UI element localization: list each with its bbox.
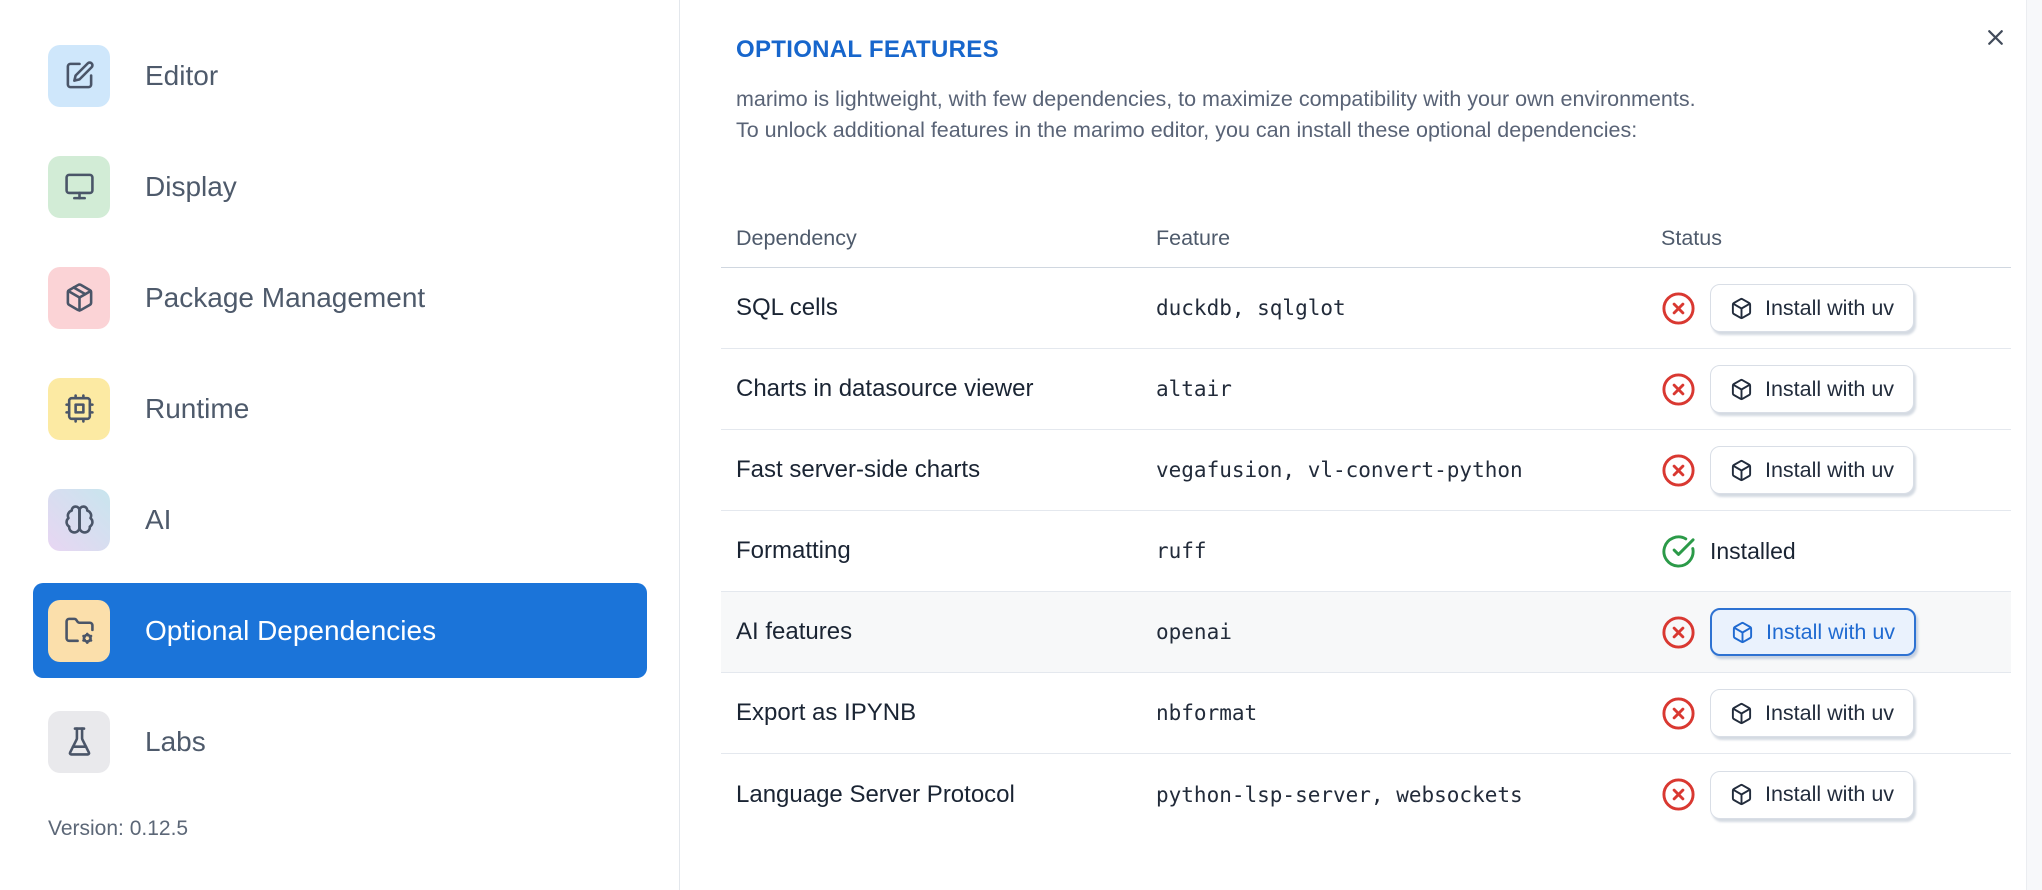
close-button[interactable]	[1978, 22, 2012, 56]
sidebar-item-label: Runtime	[145, 392, 250, 424]
table-row: SQL cells duckdb, sqlglot Install with u…	[721, 268, 2011, 349]
install-button-label: Install with uv	[1765, 700, 1895, 725]
sidebar-item-label: Editor	[145, 59, 219, 91]
table-row: Fast server-side charts vegafusion, vl-c…	[721, 430, 2011, 511]
sidebar-item-package-management[interactable]: Package Management	[33, 250, 647, 345]
close-x-icon	[1983, 25, 2008, 53]
feature-cell: altair	[1156, 377, 1232, 401]
install-button-label: Install with uv	[1765, 457, 1895, 482]
dependency-cell: Fast server-side charts	[736, 456, 981, 483]
not-installed-x-icon	[1661, 291, 1696, 326]
status-cell: Install with uv	[1661, 689, 2011, 737]
install-with-uv-button[interactable]: Install with uv	[1710, 689, 1915, 737]
table-header: Dependency Feature Status	[721, 210, 2011, 268]
installed-check-icon	[1661, 534, 1696, 569]
not-installed-x-icon	[1661, 777, 1696, 812]
table-row: Charts in datasource viewer altair Insta…	[721, 349, 2011, 430]
dependency-cell: SQL cells	[736, 294, 838, 321]
not-installed-x-icon	[1661, 453, 1696, 488]
installed-label: Installed	[1710, 537, 1796, 564]
status-cell: Installed	[1661, 534, 2011, 569]
flask-icon	[48, 710, 110, 773]
package-box-icon	[1730, 297, 1753, 320]
not-installed-x-icon	[1661, 696, 1696, 731]
install-button-label: Install with uv	[1765, 782, 1895, 806]
sidebar-item-ai[interactable]: AI	[33, 472, 647, 567]
scrollbar-gutter[interactable]	[2026, 0, 2042, 890]
sidebar-item-label: AI	[145, 503, 172, 535]
dependency-cell: Export as IPYNB	[736, 699, 917, 726]
table-row: AI features openai Install with uv	[721, 592, 2011, 673]
install-with-uv-button[interactable]: Install with uv	[1710, 608, 1917, 656]
optional-features-panel: OPTIONAL FEATURES marimo is lightweight,…	[681, 0, 2026, 890]
package-box-icon	[1731, 621, 1754, 644]
sidebar-item-labs[interactable]: Labs	[33, 694, 647, 789]
package-icon	[48, 266, 110, 329]
sidebar-item-display[interactable]: Display	[33, 139, 647, 234]
install-with-uv-button[interactable]: Install with uv	[1710, 284, 1915, 332]
status-cell: Install with uv	[1661, 365, 2011, 413]
feature-cell: duckdb, sqlglot	[1156, 296, 1346, 320]
status-cell: Install with uv	[1661, 284, 2011, 332]
dependency-cell: Language Server Protocol	[736, 780, 1015, 808]
sidebar-item-label: Optional Dependencies	[145, 614, 437, 646]
status-cell: Install with uv	[1661, 446, 2011, 494]
status-cell: Install with uv	[1661, 770, 2011, 819]
dependencies-table: Dependency Feature Status SQL cells duck…	[721, 210, 2011, 835]
dependency-cell: Charts in datasource viewer	[736, 375, 1034, 402]
install-button-label: Install with uv	[1765, 376, 1895, 401]
install-with-uv-button[interactable]: Install with uv	[1710, 365, 1915, 413]
folder-cog-icon	[48, 599, 110, 662]
not-installed-x-icon	[1661, 615, 1696, 650]
feature-cell: vegafusion, vl-convert-python	[1156, 458, 1523, 482]
feature-cell: python-lsp-server, websockets	[1156, 782, 1523, 807]
sidebar-item-label: Labs	[145, 725, 206, 757]
brain-icon	[48, 488, 110, 551]
column-header-feature: Feature	[1156, 226, 1231, 250]
description-line-1: marimo is lightweight, with few dependen…	[736, 87, 1696, 111]
feature-cell: ruff	[1156, 539, 1207, 563]
table-row: Export as IPYNB nbformat Install with uv	[721, 673, 2011, 754]
square-pen-icon	[48, 44, 110, 107]
install-with-uv-button[interactable]: Install with uv	[1710, 446, 1915, 494]
sidebar-item-label: Package Management	[145, 281, 426, 313]
monitor-icon	[48, 155, 110, 218]
install-button-label: Install with uv	[1766, 619, 1896, 644]
sidebar-item-editor[interactable]: Editor	[33, 28, 647, 123]
dependency-cell: Formatting	[736, 537, 851, 564]
package-box-icon	[1730, 459, 1753, 482]
install-button-label: Install with uv	[1765, 295, 1895, 320]
panel-description: marimo is lightweight, with few dependen…	[736, 84, 2026, 146]
cpu-icon	[48, 377, 110, 440]
install-with-uv-button[interactable]: Install with uv	[1710, 770, 1915, 819]
feature-cell: nbformat	[1156, 701, 1258, 725]
package-box-icon	[1730, 378, 1753, 401]
not-installed-x-icon	[1661, 372, 1696, 407]
sidebar-item-label: Display	[145, 170, 237, 202]
dependency-cell: AI features	[736, 618, 853, 645]
table-row: Formatting ruff Installed	[721, 511, 2011, 592]
package-box-icon	[1730, 783, 1753, 806]
table-row: Language Server Protocol python-lsp-serv…	[721, 754, 2011, 835]
settings-sidebar: Editor Display Package Management Runtim…	[0, 0, 680, 890]
package-box-icon	[1730, 702, 1753, 725]
version-label: Version: 0.12.5	[48, 817, 189, 840]
page-title: OPTIONAL FEATURES	[736, 36, 999, 63]
sidebar-item-runtime[interactable]: Runtime	[33, 361, 647, 456]
description-line-2: To unlock additional features in the mar…	[736, 118, 1638, 142]
column-header-dependency: Dependency	[736, 226, 857, 250]
column-header-status: Status	[1661, 226, 1722, 250]
feature-cell: openai	[1156, 620, 1232, 644]
sidebar-item-optional-dependencies[interactable]: Optional Dependencies	[33, 583, 647, 678]
status-cell: Install with uv	[1661, 608, 2011, 656]
